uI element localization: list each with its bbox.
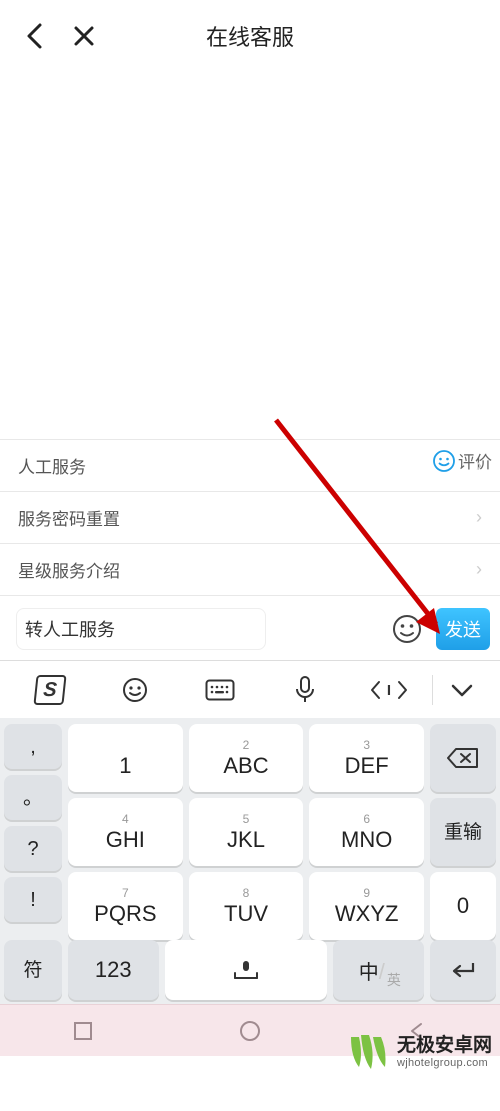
watermark-url: wjhotelgroup.com bbox=[397, 1057, 492, 1070]
key-comma[interactable]: , bbox=[4, 724, 62, 769]
key-space[interactable] bbox=[165, 940, 328, 1000]
key-question[interactable]: ? bbox=[4, 826, 62, 871]
send-button[interactable]: 发送 bbox=[436, 608, 490, 650]
ime-sogou-logo[interactable]: S bbox=[8, 661, 93, 718]
key-wxyz[interactable]: 9WXYZ bbox=[309, 872, 424, 940]
option-label: 服务密码重置 bbox=[18, 505, 120, 530]
key-language-toggle[interactable]: 中 / 英 bbox=[333, 940, 424, 1000]
option-row-human-service[interactable]: 人工服务 › bbox=[0, 440, 500, 492]
watermark: 无极安卓网 wjhotelgroup.com bbox=[345, 1025, 500, 1075]
key-0[interactable]: 0 bbox=[430, 872, 496, 940]
ime-collapse-button[interactable] bbox=[433, 661, 492, 718]
svg-text:I: I bbox=[387, 682, 391, 699]
key-symbols[interactable]: 符 bbox=[4, 940, 62, 1000]
send-label: 发送 bbox=[445, 616, 481, 642]
key-backspace[interactable] bbox=[430, 724, 496, 792]
key-exclaim[interactable]: ! bbox=[4, 877, 62, 922]
key-retype[interactable]: 重输 bbox=[430, 798, 496, 866]
key-def[interactable]: 3DEF bbox=[309, 724, 424, 792]
chevron-right-icon: › bbox=[476, 507, 482, 528]
input-bar: 发送 bbox=[0, 596, 500, 660]
key-1[interactable]: 1 bbox=[68, 724, 183, 792]
emoji-button[interactable] bbox=[388, 610, 426, 648]
chevron-right-icon: › bbox=[476, 559, 482, 580]
option-label: 人工服务 bbox=[18, 453, 86, 478]
watermark-title: 无极安卓网 bbox=[397, 1035, 492, 1057]
option-row-password-reset[interactable]: 服务密码重置 › bbox=[0, 492, 500, 544]
enter-icon bbox=[448, 959, 478, 981]
key-jkl[interactable]: 5JKL bbox=[189, 798, 304, 866]
key-enter[interactable] bbox=[430, 940, 496, 1000]
watermark-logo-icon bbox=[345, 1029, 391, 1075]
key-ghi[interactable]: 4GHI bbox=[68, 798, 183, 866]
back-button[interactable] bbox=[16, 18, 52, 54]
key-period[interactable]: 。 bbox=[4, 775, 62, 820]
key-numbers[interactable]: 123 bbox=[68, 940, 159, 1000]
nav-home[interactable] bbox=[229, 1010, 271, 1052]
option-label: 星级服务介绍 bbox=[18, 557, 120, 582]
nav-recents[interactable] bbox=[62, 1010, 104, 1052]
chat-area: 评价 人工服务 › 服务密码重置 › 星级服务介绍 › bbox=[0, 72, 500, 596]
message-input[interactable] bbox=[16, 608, 266, 650]
key-abc[interactable]: 2ABC bbox=[189, 724, 304, 792]
sogou-icon: S bbox=[34, 675, 67, 705]
ime-mic-button[interactable] bbox=[262, 661, 347, 718]
keyboard: , 。 ? ! 1 2ABC 3DEF 4GHI 5JKL 6MNO 7PQRS… bbox=[0, 718, 500, 1004]
key-mno[interactable]: 6MNO bbox=[309, 798, 424, 866]
key-tuv[interactable]: 8TUV bbox=[189, 872, 304, 940]
ime-keyboard-button[interactable] bbox=[177, 661, 262, 718]
option-list: 人工服务 › 服务密码重置 › 星级服务介绍 › bbox=[0, 439, 500, 596]
key-pqrs[interactable]: 7PQRS bbox=[68, 872, 183, 940]
ime-cursor-move-button[interactable]: I bbox=[347, 661, 432, 718]
ime-toolbar: S I bbox=[0, 660, 500, 718]
ime-emoji-button[interactable] bbox=[93, 661, 178, 718]
mic-space-icon bbox=[231, 958, 261, 982]
backspace-icon bbox=[446, 746, 480, 770]
chevron-right-icon: › bbox=[476, 455, 482, 476]
option-row-star-service[interactable]: 星级服务介绍 › bbox=[0, 544, 500, 596]
close-button[interactable] bbox=[66, 18, 102, 54]
